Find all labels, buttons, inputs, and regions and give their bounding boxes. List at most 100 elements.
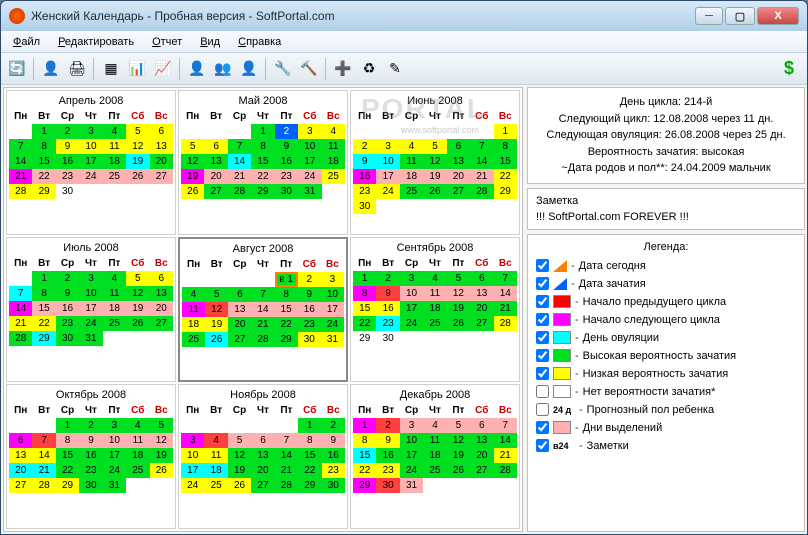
day-cell[interactable]: 5 [150,418,173,433]
day-cell[interactable]: 29 [32,184,55,199]
day-cell[interactable]: 15 [353,301,376,316]
day-cell[interactable]: 23 [275,169,298,184]
day-cell[interactable]: 28 [251,332,274,347]
day-cell[interactable]: 29 [353,331,376,346]
user-red-icon[interactable]: 👤 [237,57,261,81]
legend-checkbox[interactable] [536,259,549,272]
day-cell[interactable]: 21 [32,463,55,478]
day-cell[interactable] [9,418,32,433]
day-cell[interactable]: 3 [400,418,423,433]
day-cell[interactable]: 19 [228,463,251,478]
day-cell[interactable]: 30 [56,331,79,346]
day-cell[interactable]: 24 [376,184,399,199]
day-cell[interactable]: 1 [298,418,321,433]
day-cell[interactable] [9,271,32,286]
legend-checkbox[interactable] [536,439,549,452]
day-cell[interactable]: 25 [204,478,227,493]
day-cell[interactable]: 29 [353,478,376,493]
menu-справка[interactable]: Справка [230,34,289,50]
day-cell[interactable]: 15 [251,154,274,169]
day-cell[interactable]: 23 [322,463,345,478]
day-cell[interactable]: 8 [32,139,55,154]
day-cell[interactable]: 12 [126,139,149,154]
day-cell[interactable]: 19 [181,169,204,184]
day-cell[interactable]: 21 [275,463,298,478]
day-cell[interactable]: 2 [376,271,399,286]
day-cell[interactable]: 2 [322,418,345,433]
day-cell[interactable]: 29 [56,478,79,493]
day-cell[interactable]: 23 [79,463,102,478]
day-cell[interactable]: 30 [298,332,321,347]
day-cell[interactable]: 5 [228,433,251,448]
day-cell[interactable]: 26 [205,332,228,347]
day-cell[interactable]: 19 [423,169,446,184]
day-cell[interactable] [126,331,149,346]
day-cell[interactable]: 16 [56,301,79,316]
chart-icon[interactable]: 📊 [125,57,149,81]
day-cell[interactable] [447,199,470,214]
day-cell[interactable]: 13 [150,286,173,301]
day-cell[interactable]: 21 [494,301,517,316]
plus-icon[interactable]: ➕ [331,57,355,81]
day-cell[interactable] [150,184,173,199]
day-cell[interactable] [494,199,517,214]
day-cell[interactable] [228,124,251,139]
day-cell[interactable]: 4 [423,418,446,433]
day-cell[interactable]: 22 [494,169,517,184]
day-cell[interactable]: 6 [9,433,32,448]
day-cell[interactable]: 1 [32,271,55,286]
day-cell[interactable]: 30 [79,478,102,493]
day-cell[interactable]: 13 [251,448,274,463]
day-cell[interactable]: 5 [205,287,228,302]
day-cell[interactable]: 16 [275,154,298,169]
minimize-button[interactable]: ─ [695,7,723,25]
day-cell[interactable] [447,331,470,346]
day-cell[interactable]: 31 [298,184,321,199]
day-cell[interactable]: 7 [494,418,517,433]
day-cell[interactable]: 14 [32,448,55,463]
day-cell[interactable]: 16 [79,448,102,463]
day-cell[interactable]: 16 [298,302,321,317]
day-cell[interactable]: 12 [126,286,149,301]
day-cell[interactable]: 4 [182,287,205,302]
day-cell[interactable]: 7 [32,433,55,448]
day-cell[interactable]: 26 [228,478,251,493]
day-cell[interactable]: 24 [400,316,423,331]
day-cell[interactable]: 10 [400,286,423,301]
day-cell[interactable]: 22 [32,169,55,184]
day-cell[interactable]: 13 [470,286,493,301]
day-cell[interactable]: 15 [353,448,376,463]
day-cell[interactable]: 23 [376,463,399,478]
day-cell[interactable]: 20 [470,448,493,463]
day-cell[interactable] [400,199,423,214]
day-cell[interactable]: 21 [470,169,493,184]
day-cell[interactable]: 7 [251,287,274,302]
day-cell[interactable]: 8 [56,433,79,448]
day-cell[interactable] [204,124,227,139]
day-cell[interactable]: 25 [182,332,205,347]
day-cell[interactable]: 7 [470,139,493,154]
day-cell[interactable]: 2 [56,271,79,286]
day-cell[interactable]: 28 [9,331,32,346]
legend-checkbox[interactable] [536,403,549,416]
day-cell[interactable]: 29 [251,184,274,199]
day-cell[interactable]: 6 [228,287,251,302]
day-cell[interactable] [353,124,376,139]
day-cell[interactable]: 17 [79,301,102,316]
day-cell[interactable] [322,184,345,199]
day-cell[interactable] [9,124,32,139]
day-cell[interactable]: 27 [470,463,493,478]
day-cell[interactable] [251,272,274,287]
cycle-icon[interactable]: ♻ [357,57,381,81]
user-blue-icon[interactable]: 👥 [211,57,235,81]
day-cell[interactable]: 3 [79,271,102,286]
day-cell[interactable]: 18 [103,301,126,316]
day-cell[interactable]: 1 [32,124,55,139]
day-cell[interactable]: 25 [400,184,423,199]
day-cell[interactable]: 9 [56,139,79,154]
day-cell[interactable]: 5 [447,271,470,286]
day-cell[interactable]: 6 [251,433,274,448]
day-cell[interactable]: 2 [275,124,298,139]
grid-icon[interactable]: ▦ [99,57,123,81]
day-cell[interactable]: 29 [494,184,517,199]
